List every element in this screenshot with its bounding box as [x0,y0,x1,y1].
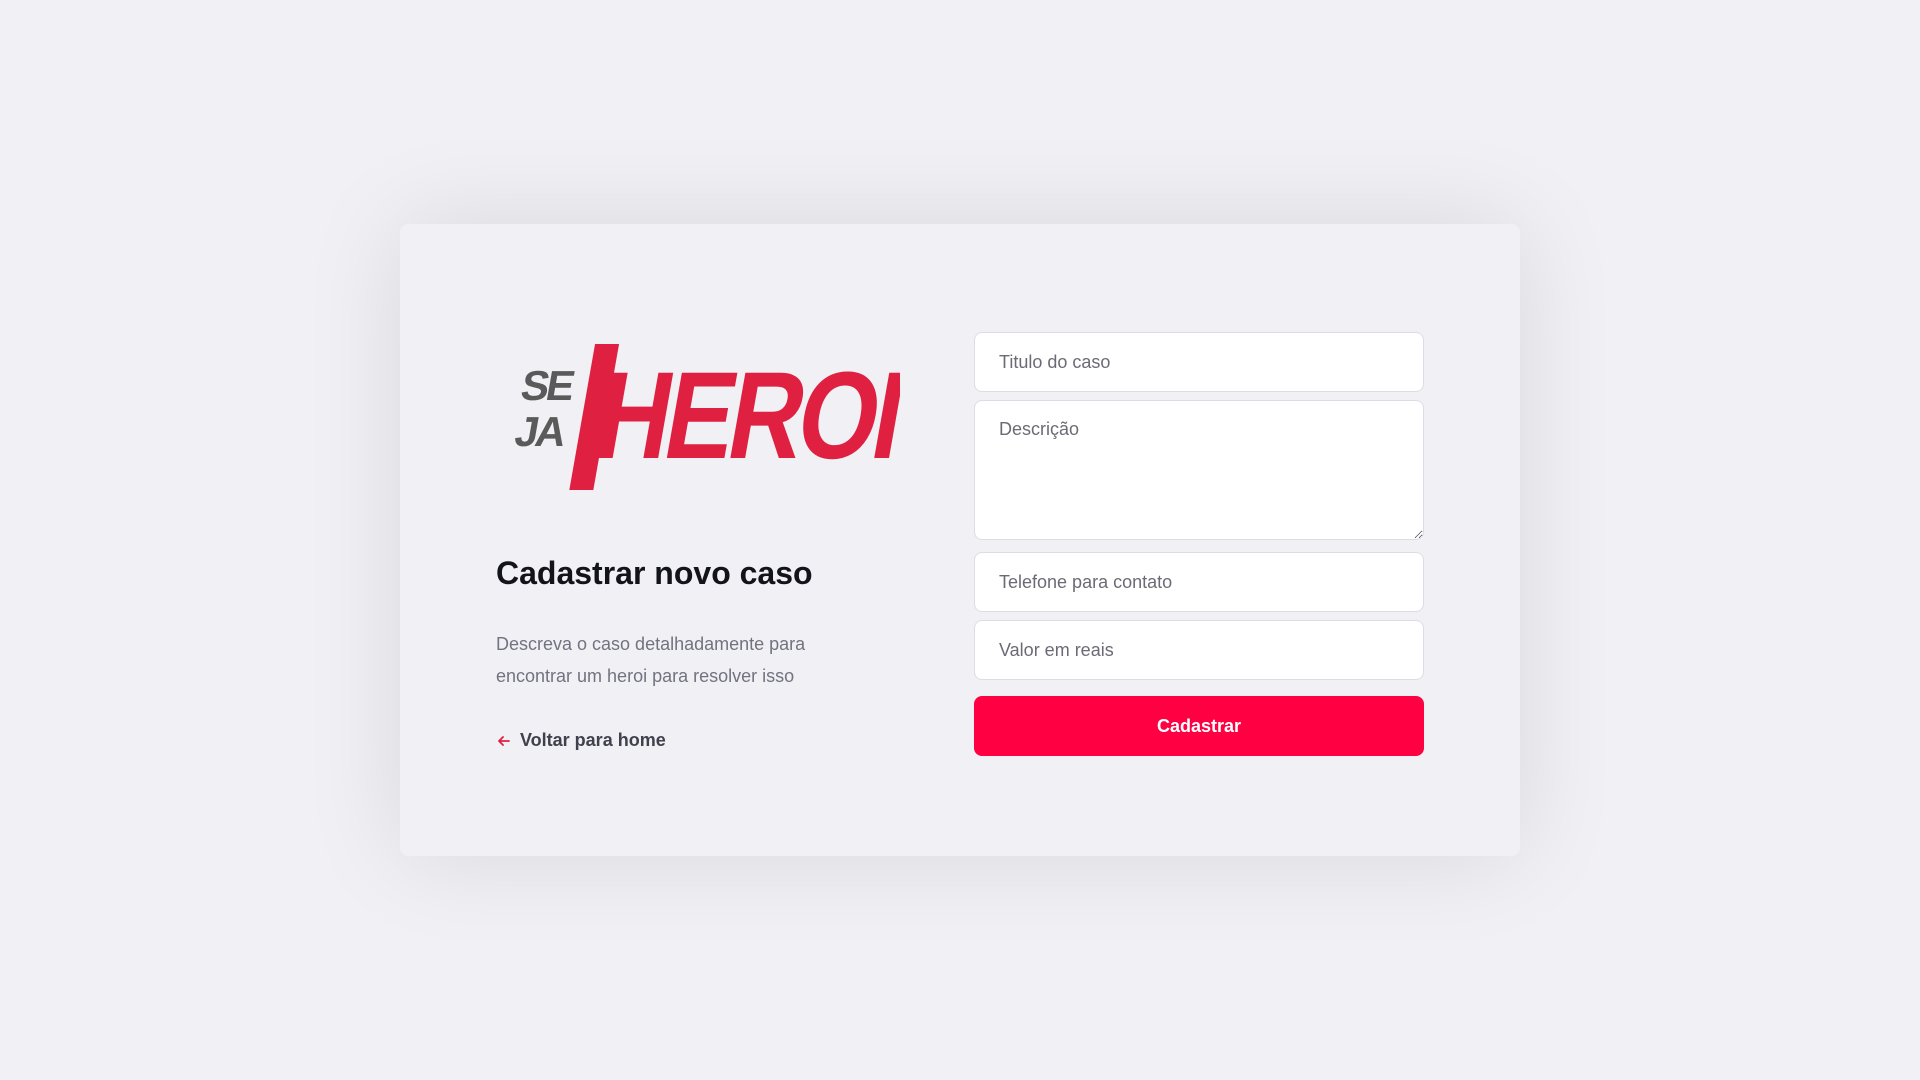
case-title-input[interactable] [974,332,1424,392]
intro-section: SE JA HEROI Cadastrar novo caso Descreva… [496,316,916,754]
contact-phone-input[interactable] [974,552,1424,612]
back-to-home-link[interactable]: Voltar para home [496,730,666,751]
back-link-label: Voltar para home [520,730,666,750]
arrow-left-icon [498,735,510,746]
svg-text:HEROI: HEROI [586,347,900,485]
be-the-hero-logo: SE JA HEROI [512,344,900,490]
register-case-card: SE JA HEROI Cadastrar novo caso Descreva… [400,224,1520,856]
svg-text:SE: SE [518,362,578,409]
page-description: Descreva o caso detalhadamente para enco… [496,634,806,686]
register-button[interactable]: Cadastrar [974,696,1424,756]
register-case-form: Cadastrar [974,332,1424,756]
page-title: Cadastrar novo caso [496,555,813,591]
page: SE JA HEROI Cadastrar novo caso Descreva… [0,0,1920,1080]
case-description-textarea[interactable] [974,400,1424,540]
value-input[interactable] [974,620,1424,680]
svg-text:JA: JA [512,408,570,455]
